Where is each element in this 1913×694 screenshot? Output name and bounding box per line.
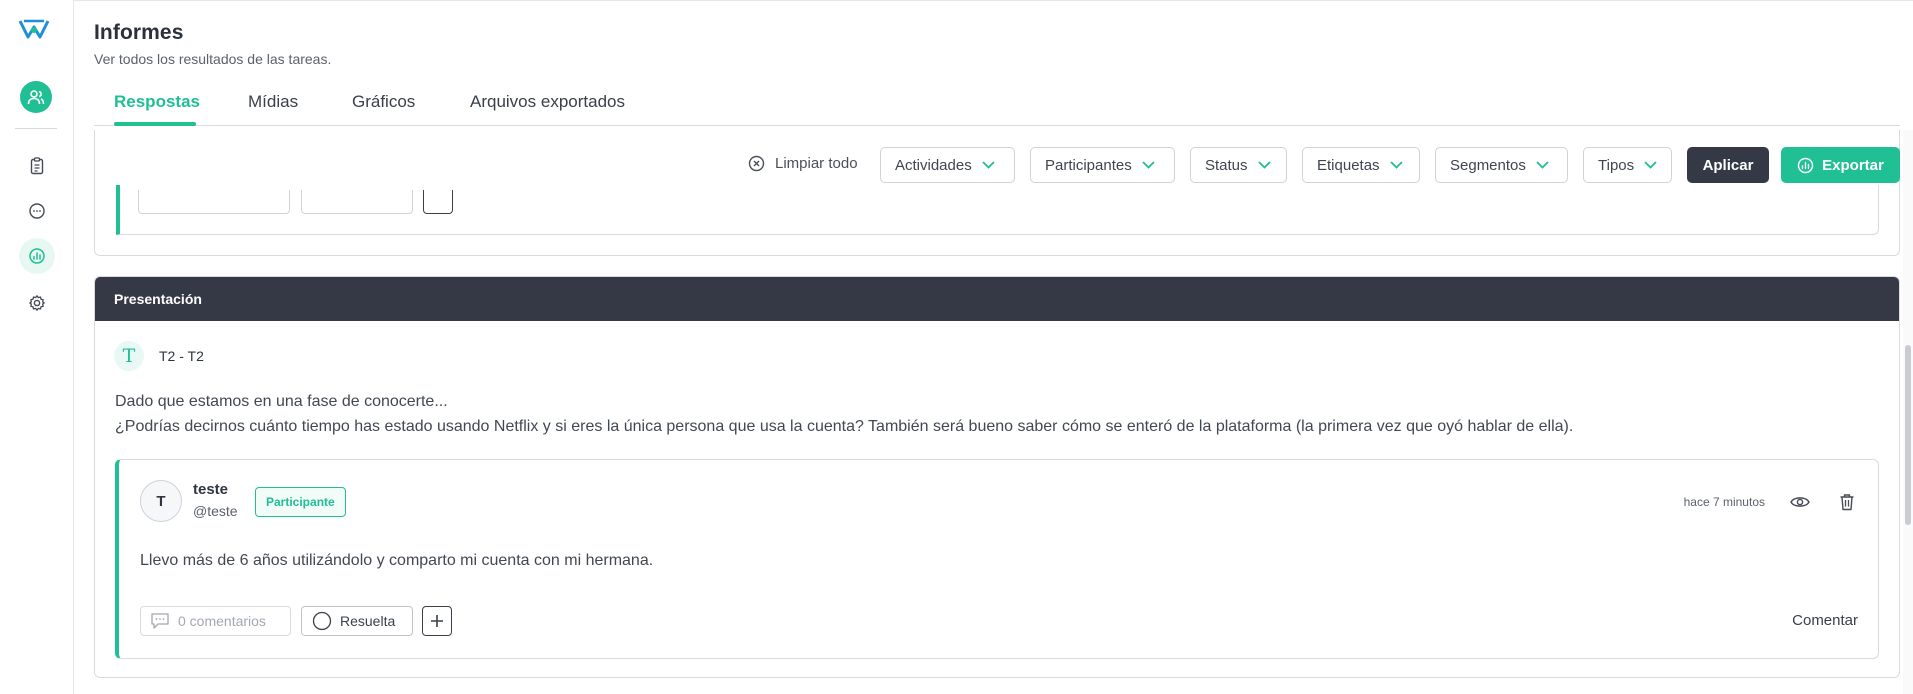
- participant-handle: @teste: [193, 503, 238, 519]
- chat-icon[interactable]: [22, 196, 52, 226]
- filter-etiquetas[interactable]: Etiquetas: [1302, 147, 1420, 183]
- answer-timestamp: hace 7 minutos: [1683, 495, 1765, 509]
- settings-icon[interactable]: [22, 288, 52, 318]
- scrollbar-thumb[interactable]: [1905, 345, 1911, 525]
- comments-button[interactable]: 0 comentarios: [140, 606, 291, 636]
- filter-label: Participantes: [1045, 156, 1132, 174]
- presentation-section: Presentación T T2 - T2 Dado que estamos …: [94, 276, 1900, 678]
- comment-bubble-icon: [151, 613, 169, 629]
- resolved-toggle[interactable]: Resuelta: [301, 606, 413, 636]
- tab-arquivos-exportados[interactable]: Arquivos exportados: [470, 92, 625, 112]
- chevron-down-icon: [1257, 161, 1271, 169]
- tab-respostas[interactable]: Respostas: [114, 92, 200, 112]
- sidebar-divider: [15, 128, 57, 129]
- avatar[interactable]: T: [140, 480, 182, 522]
- question-line-2: ¿Podrías decirnos cuánto tiempo has esta…: [115, 418, 1574, 435]
- filter-label: Actividades: [895, 156, 972, 174]
- add-tag-button[interactable]: [422, 606, 452, 636]
- apply-button[interactable]: Aplicar: [1687, 147, 1769, 183]
- trash-icon[interactable]: [1835, 490, 1859, 514]
- chevron-down-icon: [1644, 161, 1657, 169]
- filter-status[interactable]: Status: [1190, 147, 1287, 183]
- filter-actividades[interactable]: Actividades: [880, 147, 1015, 183]
- tab-midias[interactable]: Mídias: [248, 92, 298, 112]
- clear-all-button[interactable]: Limpiar todo: [748, 155, 858, 172]
- top-border: [74, 0, 1913, 1]
- participant-badge: Participante: [255, 487, 346, 517]
- filter-label: Segmentos: [1450, 156, 1526, 174]
- question-text: Dado que estamos en una fase de conocert…: [115, 389, 1895, 439]
- participant-name: teste: [193, 481, 229, 498]
- active-tab-indicator: [114, 122, 196, 126]
- resolved-label: Resuelta: [340, 613, 396, 629]
- filter-label: Status: [1205, 156, 1248, 174]
- reports-icon[interactable]: [19, 238, 55, 274]
- clipboard-icon[interactable]: [22, 151, 52, 181]
- comment-button[interactable]: Comentar: [1792, 612, 1858, 629]
- question-code: T2 - T2: [159, 348, 204, 364]
- comments-count-label: 0 comentarios: [178, 613, 266, 629]
- eye-icon[interactable]: [1788, 490, 1812, 514]
- clear-all-label: Limpiar todo: [775, 155, 858, 172]
- filter-participantes[interactable]: Participantes: [1030, 147, 1175, 183]
- chevron-down-icon: [1389, 161, 1403, 169]
- user-icon[interactable]: [20, 81, 52, 113]
- export-button[interactable]: Exportar: [1781, 147, 1900, 183]
- previous-plus-button[interactable]: [423, 190, 453, 214]
- sidebar: [0, 0, 74, 694]
- logo-icon[interactable]: [18, 17, 50, 41]
- export-label: Exportar: [1822, 156, 1884, 174]
- plus-icon: [431, 615, 443, 627]
- previous-comments-button[interactable]: [138, 190, 290, 214]
- chevron-down-icon: [1536, 161, 1549, 169]
- page-title: Informes: [94, 21, 184, 44]
- page-subtitle: Ver todos los resultados de las tareas.: [94, 51, 332, 67]
- filter-label: Etiquetas: [1317, 156, 1380, 174]
- filter-label: Tipos: [1598, 156, 1635, 174]
- filter-tipos[interactable]: Tipos: [1583, 147, 1672, 183]
- section-title: Presentación: [95, 277, 1899, 321]
- chart-icon: [1797, 157, 1814, 173]
- text-type-icon: T: [114, 341, 144, 371]
- chevron-down-icon: [1142, 161, 1155, 169]
- tabs-bar: Respostas Mídias Gráficos Arquivos expor…: [94, 88, 1900, 126]
- clear-icon: [748, 155, 765, 172]
- circle-icon: [312, 611, 332, 631]
- answer-text: Llevo más de 6 años utilizándolo y compa…: [140, 552, 654, 569]
- chevron-down-icon: [982, 161, 995, 169]
- answer-card: T teste @teste Participante hace 7 minut…: [115, 459, 1879, 659]
- question-line-1: Dado que estamos en una fase de conocert…: [115, 393, 448, 410]
- previous-resolved-button[interactable]: [301, 190, 413, 214]
- tab-graficos[interactable]: Gráficos: [352, 92, 415, 112]
- filter-segmentos[interactable]: Segmentos: [1435, 147, 1568, 183]
